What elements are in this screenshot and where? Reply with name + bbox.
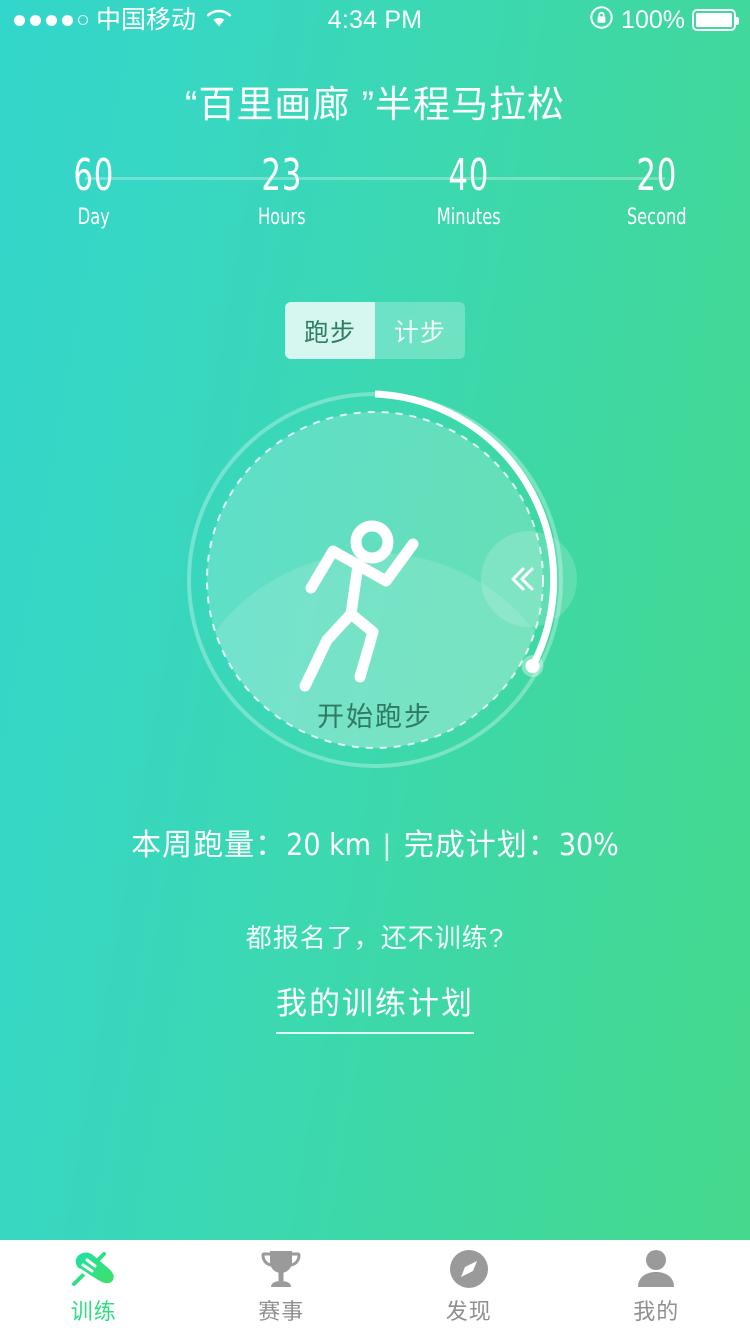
tab-label: 训练 (70, 1299, 117, 1324)
promo-link-wrapper: 我的训练计划 (0, 978, 750, 1034)
trophy-icon (258, 1248, 304, 1290)
battery-percent-label: 100% (621, 5, 685, 34)
segment-option-run[interactable]: 跑步 (285, 302, 375, 359)
countdown-unit-second: 20 Second (563, 150, 750, 232)
tab-label: 发现 (445, 1299, 492, 1324)
countdown-label: Second (626, 205, 687, 230)
tab-discover[interactable]: 发现 (375, 1240, 563, 1334)
app-screen: 中国移动 4:34 PM 100% “百里画廊 ”半程马拉松 60 Day 23… (0, 0, 750, 1334)
countdown-unit-minutes: 40 Minutes (375, 150, 563, 232)
tab-label: 我的 (633, 1299, 680, 1324)
countdown-label: Minutes (436, 205, 501, 230)
running-person-icon (297, 518, 447, 698)
countdown-value: 23 (260, 150, 302, 201)
my-training-plan-link[interactable]: 我的训练计划 (276, 978, 474, 1034)
tab-training[interactable]: 训练 (0, 1240, 188, 1334)
double-chevron-left-icon (511, 562, 538, 596)
weekly-distance-value: 20 km (286, 828, 372, 863)
countdown-unit-hours: 23 Hours (188, 150, 376, 232)
status-bar-right: 100% (589, 0, 739, 40)
page-title: “百里画廊 ”半程马拉松 (185, 84, 565, 125)
countdown-timer: 60 Day 23 Hours 40 Minutes 20 Second (0, 150, 750, 245)
tab-profile[interactable]: 我的 (563, 1240, 750, 1334)
battery-fill (696, 13, 732, 27)
weekly-distance-label: 本周跑量： (131, 829, 287, 862)
person-icon (634, 1248, 678, 1290)
tab-label: 赛事 (258, 1299, 305, 1324)
countdown-label: Day (77, 205, 110, 230)
dial-drag-handle[interactable] (481, 531, 577, 627)
segment-option-steps[interactable]: 计步 (375, 302, 465, 359)
start-run-dial[interactable]: 开始跑步 (185, 390, 577, 770)
promo-question-text: 都报名了，还不训练? (245, 923, 505, 953)
status-bar: 中国移动 4:34 PM 100% (0, 0, 750, 40)
rotation-lock-icon (589, 5, 614, 35)
compass-icon (447, 1248, 491, 1290)
weekly-stats: 本周跑量：20 km | 完成计划：30% (0, 820, 750, 864)
countdown-unit-day: 60 Day (0, 150, 188, 232)
countdown-value: 40 (448, 150, 490, 201)
plan-completion-value: 30% (558, 828, 619, 863)
mode-segmented-control[interactable]: 跑步 计步 (285, 302, 465, 359)
countdown-value: 20 (635, 150, 677, 201)
battery-icon (692, 9, 739, 31)
countdown-cells: 60 Day 23 Hours 40 Minutes 20 Second (0, 150, 750, 232)
stats-separator: | (383, 829, 392, 862)
tab-events[interactable]: 赛事 (188, 1240, 376, 1334)
countdown-label: Hours (257, 205, 306, 230)
start-run-label: 开始跑步 (317, 702, 433, 732)
bottom-tab-bar: 训练 赛事 发现 我的 (0, 1240, 750, 1334)
plan-completion-label: 完成计划： (403, 829, 559, 862)
countdown-value: 60 (73, 150, 115, 201)
running-shoe-icon (68, 1248, 120, 1290)
